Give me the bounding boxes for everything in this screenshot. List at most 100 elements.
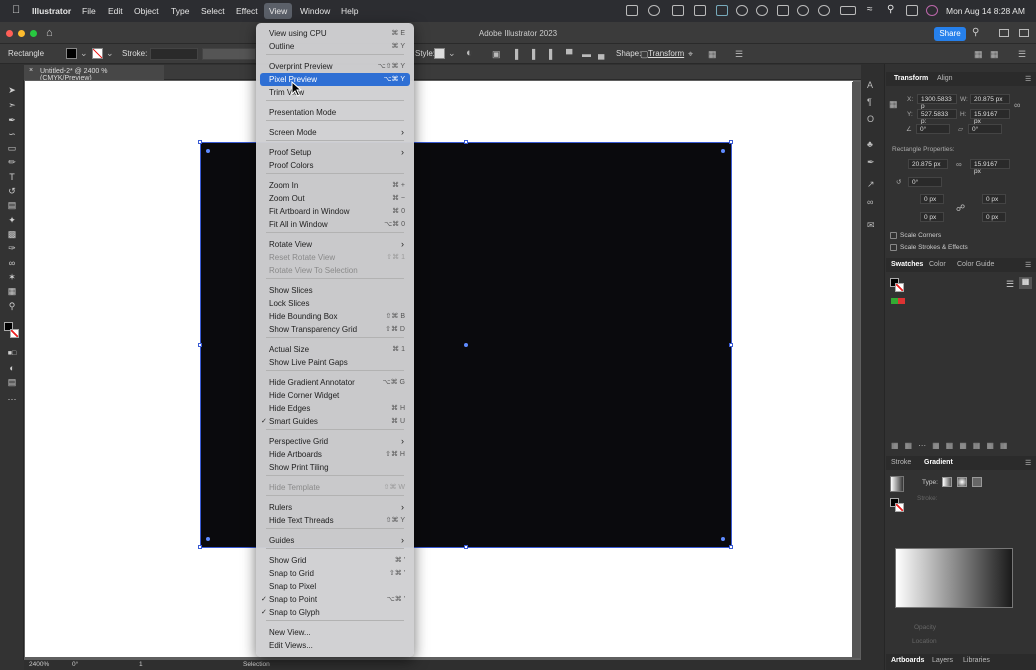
arrange-documents-icon[interactable] xyxy=(999,29,1009,37)
menu-item-fit-artboard-in-window[interactable]: Fit Artboard in Window ⌘ 0 xyxy=(260,205,410,218)
height-field[interactable]: 15.9167 px xyxy=(970,109,1010,125)
radial-gradient-icon[interactable] xyxy=(957,477,967,487)
menu-item-snap-to-grid[interactable]: Snap to Grid ⇧⌘ ' xyxy=(260,567,410,580)
align-to-icon[interactable]: ▣ xyxy=(492,49,501,60)
menu-item-proof-setup[interactable]: Proof Setup › xyxy=(260,146,410,159)
corner-radius-br-field[interactable]: 0 px xyxy=(982,212,1006,222)
panel-menu-icon[interactable]: ☰ xyxy=(735,49,743,60)
gradient-slider-preview[interactable] xyxy=(895,548,1013,608)
menu-item-hide-gradient-annotator[interactable]: Hide Gradient Annotator ⌥⌘ G xyxy=(260,376,410,389)
stroke-weight-field[interactable] xyxy=(150,48,198,60)
selection-tool-icon[interactable]: ➤ xyxy=(6,84,18,96)
swatch-group-icon[interactable] xyxy=(891,298,905,304)
corner-widget-top-right[interactable] xyxy=(721,149,725,153)
tab-layers[interactable]: Layers xyxy=(932,657,953,664)
artboard-tool-icon[interactable]: ▦ xyxy=(6,285,18,297)
keyboard-icon[interactable] xyxy=(777,5,789,16)
menu-help[interactable]: Help xyxy=(341,6,358,16)
menu-item-show-print-tiling[interactable]: Show Print Tiling xyxy=(260,461,410,474)
corner-widget-bottom-right[interactable] xyxy=(721,537,725,541)
isolate-icon[interactable]: ⌖ xyxy=(688,49,693,60)
scale-strokes-checkbox[interactable] xyxy=(890,244,897,251)
symbol-sprayer-tool-icon[interactable]: ✶ xyxy=(6,271,18,283)
align-top-icon[interactable]: ▀ xyxy=(566,49,572,59)
handle-bottom-right[interactable] xyxy=(729,545,733,549)
workspace-icon[interactable] xyxy=(1019,29,1029,37)
menu-item-overprint-preview[interactable]: Overprint Preview ⌥⇧⌘ Y xyxy=(260,60,410,73)
menu-item-hide-artboards[interactable]: Hide Artboards ⇧⌘ H xyxy=(260,448,410,461)
menu-item-new-view[interactable]: New View... xyxy=(260,626,410,639)
menu-item-lock-slices[interactable]: Lock Slices xyxy=(260,297,410,310)
wifi-icon[interactable]: ≈ xyxy=(867,4,873,15)
rect-rotate-field[interactable]: 0° xyxy=(908,177,942,187)
tab-color-guide[interactable]: Color Guide xyxy=(957,261,994,268)
menu-window[interactable]: Window xyxy=(300,6,330,16)
swatch-stroke-icon[interactable] xyxy=(895,283,904,292)
menu-item-rotate-view[interactable]: Rotate View › xyxy=(260,238,410,251)
menu-object[interactable]: Object xyxy=(134,6,159,16)
handle-top-left[interactable] xyxy=(198,140,202,144)
scale-corners-checkbox[interactable] xyxy=(890,232,897,239)
menu-item-perspective-grid[interactable]: Perspective Grid › xyxy=(260,435,410,448)
artboard-number-field[interactable]: 1 xyxy=(139,661,143,668)
character-panel-icon[interactable]: A xyxy=(867,80,873,90)
symbols-panel-icon[interactable]: ♣ xyxy=(867,139,873,149)
transform-panel-menu-icon[interactable]: ☰ xyxy=(1025,75,1031,83)
current-tool-status[interactable]: Selection xyxy=(243,661,270,668)
menu-item-hide-corner-widget[interactable]: Hide Corner Widget xyxy=(260,389,410,402)
menu-item-smart-guides[interactable]: ✓ Smart Guides ⌘ U xyxy=(260,415,410,428)
gradient-panel-menu-icon[interactable]: ☰ xyxy=(1025,459,1031,467)
menu-item-proof-colors[interactable]: Proof Colors xyxy=(260,159,410,172)
swatch-library-icons[interactable]: ▦▦⋯▦▦▦▦▦▦ xyxy=(891,441,1013,450)
document-tab[interactable]: × Untitled-2* @ 2400 % (CMYK/Preview) xyxy=(24,65,164,82)
align-left-icon[interactable]: ▌ xyxy=(515,49,521,59)
tab-artboards[interactable]: Artboards xyxy=(891,657,924,664)
pen-tool-icon[interactable]: ✒ xyxy=(6,114,18,126)
menu-view[interactable]: View xyxy=(264,3,293,19)
eyedropper-tool-icon[interactable]: ✑ xyxy=(6,242,18,254)
corner-radius-tr-field[interactable]: 0 px xyxy=(982,194,1006,204)
align-hcenter-icon[interactable]: ▌ xyxy=(532,49,538,59)
curvature-tool-icon[interactable]: ∽ xyxy=(6,128,18,140)
tab-align[interactable]: Align xyxy=(937,75,953,82)
constrain-proportions-icon[interactable]: ∞ xyxy=(1014,100,1020,110)
rect-height-field[interactable]: 15.9167 px xyxy=(970,159,1010,175)
rectangle-tool-icon[interactable]: ▭ xyxy=(6,142,18,154)
freeform-gradient-icon[interactable] xyxy=(972,477,982,487)
vertical-scrollbar[interactable] xyxy=(852,82,860,658)
y-field[interactable]: 527.5833 p: xyxy=(917,109,957,125)
artboard-options-icon[interactable]: ▦ xyxy=(990,49,999,60)
battery-icon[interactable] xyxy=(840,6,856,15)
menu-item-snap-to-point[interactable]: ✓ Snap to Point ⌥⌘ ' xyxy=(260,593,410,606)
align-bottom-icon[interactable]: ▄ xyxy=(598,49,604,59)
more-tools-icon[interactable]: ⋯ xyxy=(6,393,18,405)
reference-point-icon[interactable]: ▦ xyxy=(889,99,898,110)
opentype-panel-icon[interactable]: O xyxy=(867,114,874,124)
artboard[interactable] xyxy=(25,81,853,657)
corner-widget-bottom-left[interactable] xyxy=(206,537,210,541)
menu-item-hide-edges[interactable]: Hide Edges ⌘ H xyxy=(260,402,410,415)
menu-file[interactable]: File xyxy=(82,6,96,16)
align-vcenter-icon[interactable]: ▬ xyxy=(582,49,591,59)
menu-item-guides[interactable]: Guides › xyxy=(260,534,410,547)
app-menu[interactable]: Illustrator xyxy=(32,6,71,16)
creative-cloud-icon[interactable] xyxy=(648,5,660,16)
align-right-icon[interactable]: ▌ xyxy=(549,49,555,59)
menu-item-screen-mode[interactable]: Screen Mode › xyxy=(260,126,410,139)
media-icon[interactable] xyxy=(797,5,809,16)
menu-item-hide-bounding-box[interactable]: Hide Bounding Box ⇧⌘ B xyxy=(260,310,410,323)
menu-item-trim-view[interactable]: Trim View xyxy=(260,86,410,99)
control-menu-icon[interactable]: ☰ xyxy=(1018,49,1026,60)
tab-gradient[interactable]: Gradient xyxy=(924,459,953,466)
search-icon[interactable]: ⚲ xyxy=(972,27,979,38)
tab-swatches[interactable]: Swatches xyxy=(891,261,923,268)
stroke-color-icon[interactable] xyxy=(10,329,19,338)
fill-swatch[interactable] xyxy=(66,48,77,59)
type-tool-icon[interactable]: T xyxy=(6,171,18,183)
gradient-thumbnail[interactable] xyxy=(890,476,904,492)
tab-libraries[interactable]: Libraries xyxy=(963,657,990,664)
swatches-panel-menu-icon[interactable]: ☰ xyxy=(1025,261,1031,269)
zoom-tool-icon[interactable]: ⚲ xyxy=(6,300,18,312)
grid-view-icon[interactable]: ▦ xyxy=(1019,277,1032,289)
corner-radius-tl-field[interactable]: 0 px xyxy=(920,194,944,204)
